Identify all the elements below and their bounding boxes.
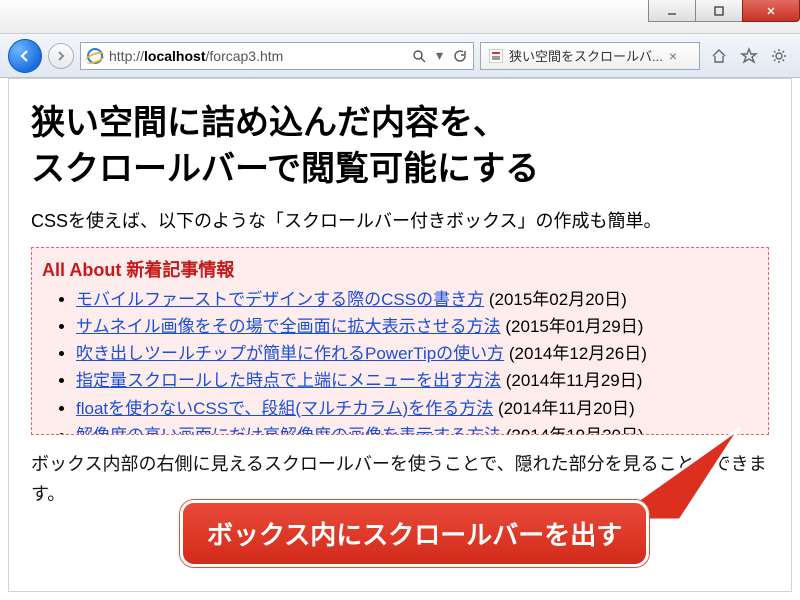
article-date: (2015年01月29日) [501, 317, 644, 336]
browser-tab[interactable]: 狭い空間をスクロールバ... × [480, 42, 700, 70]
search-icon[interactable] [412, 49, 426, 63]
window-close-button[interactable] [742, 0, 800, 22]
address-bar[interactable]: http://localhost/forcap3.htm ▾ [80, 42, 474, 70]
callout-text: ボックス内にスクロールバーを出す [207, 520, 622, 550]
address-url[interactable]: http://localhost/forcap3.htm [109, 48, 406, 64]
gear-icon[interactable] [770, 47, 788, 65]
page-title-line2: スクロールバーで閲覧可能にする [31, 150, 539, 188]
list-item: モバイルファーストでデザインする際のCSSの書き方 (2015年02月20日) [76, 286, 762, 313]
nav-forward-button[interactable] [48, 43, 74, 69]
article-date: (2014年11月20日) [493, 399, 634, 418]
tab-title: 狭い空間をスクロールバ... [509, 46, 663, 65]
browser-toolbar: http://localhost/forcap3.htm ▾ 狭い空間をスクロー… [0, 34, 800, 78]
url-host: localhost [144, 48, 205, 64]
list-item: 指定量スクロールした時点で上端にメニューを出す方法 (2014年11月29日) [76, 367, 762, 394]
article-date: (2014年10月29日) [501, 426, 644, 435]
article-date: (2015年02月20日) [484, 290, 627, 309]
list-item: 吹き出しツールチップが簡単に作れるPowerTipの使い方 (2014年12月2… [76, 340, 762, 367]
url-path: /forcap3.htm [206, 48, 284, 64]
article-link[interactable]: サムネイル画像をその場で全画面に拡大表示させる方法 [76, 317, 501, 336]
list-item: 解像度の高い画面にだけ高解像度の画像を表示する方法 (2014年10月29日) [76, 422, 762, 435]
annotation-callout: ボックス内にスクロールバーを出す [180, 500, 649, 567]
article-list: モバイルファーストでデザインする際のCSSの書き方 (2015年02月20日)サ… [42, 286, 762, 435]
page-title-line1: 狭い空間に詰め込んだ内容を、 [31, 104, 507, 142]
address-divider: ▾ [436, 47, 443, 64]
list-item: floatを使わないCSSで、段組(マルチカラム)を作る方法 (2014年11月… [76, 395, 762, 422]
list-item: サムネイル画像をその場で全画面に拡大表示させる方法 (2015年01月29日) [76, 313, 762, 340]
arrow-left-icon [16, 47, 34, 65]
article-link[interactable]: 解像度の高い画面にだけ高解像度の画像を表示する方法 [76, 426, 501, 435]
tab-close-button[interactable]: × [669, 48, 677, 64]
address-tools: ▾ [412, 47, 467, 64]
refresh-icon[interactable] [453, 49, 467, 63]
window-titlebar [0, 0, 800, 34]
page-title: 狭い空間に詰め込んだ内容を、 スクロールバーで閲覧可能にする [31, 101, 769, 193]
nav-back-button[interactable] [8, 39, 42, 73]
favorites-icon[interactable] [740, 47, 758, 65]
article-date: (2014年11月29日) [501, 371, 642, 390]
tab-favicon [489, 49, 503, 63]
article-link[interactable]: floatを使わないCSSで、段組(マルチカラム)を作る方法 [76, 399, 493, 418]
intro-text: CSSを使えば、以下のような「スクロールバー付きボックス」の作成も簡単。 [31, 207, 769, 233]
url-prefix: http:// [109, 48, 144, 64]
article-link[interactable]: 吹き出しツールチップが簡単に作れるPowerTipの使い方 [76, 344, 504, 363]
close-icon [765, 5, 777, 17]
ie-icon [87, 48, 103, 64]
scrollbox-heading: All About 新着記事情報 [42, 256, 762, 282]
window-maximize-button[interactable] [695, 0, 743, 22]
minimize-icon [666, 5, 678, 17]
scroll-box[interactable]: All About 新着記事情報 モバイルファーストでデザインする際のCSSの書… [31, 247, 769, 435]
article-date: (2014年12月26日) [504, 344, 647, 363]
browser-right-tools [706, 47, 792, 65]
maximize-icon [713, 5, 725, 17]
home-icon[interactable] [710, 47, 728, 65]
article-link[interactable]: 指定量スクロールした時点で上端にメニューを出す方法 [76, 371, 501, 390]
window-minimize-button[interactable] [648, 0, 696, 22]
article-link[interactable]: モバイルファーストでデザインする際のCSSの書き方 [76, 290, 484, 309]
arrow-right-icon [55, 50, 67, 62]
